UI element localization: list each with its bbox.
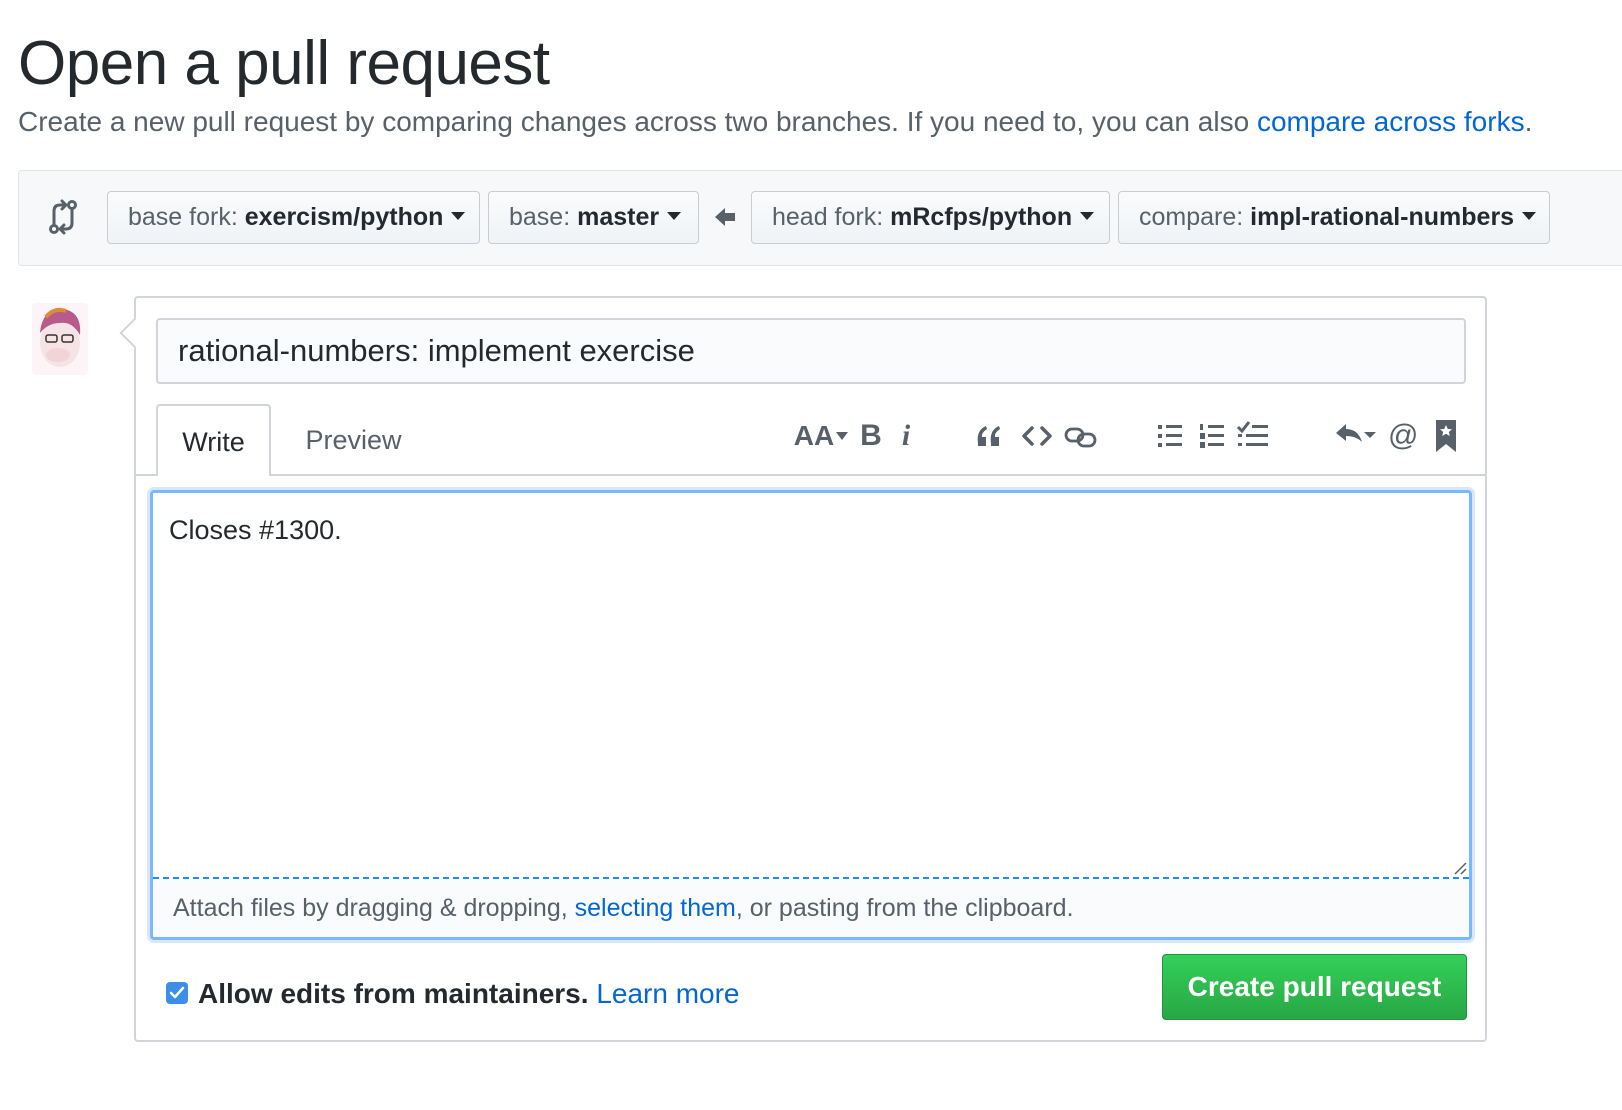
bold-button[interactable]: B	[858, 416, 884, 456]
unordered-list-button[interactable]	[1156, 416, 1184, 456]
pr-title-input[interactable]: rational-numbers: implement exercise	[156, 318, 1466, 384]
italic-icon: i	[901, 419, 911, 452]
arrow-left-icon	[713, 205, 737, 229]
unordered-list-icon	[1156, 416, 1184, 456]
avatar[interactable]	[32, 303, 88, 375]
code-icon	[1022, 416, 1052, 456]
chevron-down-icon	[1522, 212, 1537, 221]
task-list-icon	[1236, 416, 1270, 456]
attach-prefix: Attach files by dragging & dropping,	[173, 894, 575, 922]
bold-icon: B	[860, 419, 882, 452]
attach-suffix: , or pasting from the clipboard.	[735, 894, 1074, 922]
allow-edits-label[interactable]: Allow edits from maintainers.	[198, 978, 589, 1009]
saved-replies-button[interactable]	[1334, 416, 1378, 456]
base-branch-select[interactable]: base: master	[488, 191, 699, 244]
compare-across-forks-link[interactable]: compare across forks	[1257, 106, 1525, 137]
text-size-icon: AA	[793, 420, 835, 451]
ordered-list-icon	[1198, 416, 1226, 456]
ordered-list-button[interactable]	[1198, 416, 1226, 456]
mention-icon: @	[1388, 419, 1419, 452]
select-files-link[interactable]: selecting them	[575, 894, 736, 922]
base-branch-label: base:	[509, 203, 578, 231]
task-list-button[interactable]	[1236, 416, 1270, 456]
branch-range-editor: base fork: exercism/python base: master …	[18, 170, 1622, 266]
git-compare-icon	[47, 199, 79, 235]
base-branch-value: master	[577, 203, 660, 231]
compare-branch-select[interactable]: compare: impl-rational-numbers	[1118, 191, 1550, 244]
reference-button[interactable]	[1434, 416, 1458, 456]
comment-pointer	[119, 317, 151, 349]
page-title: Open a pull request	[18, 29, 550, 98]
create-pull-request-button[interactable]: Create pull request	[1162, 954, 1467, 1020]
code-button[interactable]	[1022, 416, 1052, 456]
tab-write[interactable]: Write	[156, 404, 271, 476]
italic-button[interactable]: i	[896, 416, 916, 456]
page-subtitle: Create a new pull request by comparing c…	[18, 106, 1532, 138]
chevron-down-icon	[451, 212, 466, 221]
editor-tabbar: Write Preview AA B i @	[136, 402, 1485, 476]
compare-branch-label: compare:	[1139, 203, 1251, 231]
file-attachment-bar[interactable]: Attach files by dragging & dropping, sel…	[153, 877, 1469, 937]
link-icon	[1064, 416, 1098, 456]
subtitle-text: Create a new pull request by comparing c…	[18, 106, 1257, 137]
quote-button[interactable]	[974, 416, 1004, 456]
heading-button[interactable]: AA	[792, 416, 850, 456]
learn-more-link[interactable]: Learn more	[596, 978, 739, 1009]
compare-branch-value: impl-rational-numbers	[1250, 203, 1515, 231]
pr-body-text: Closes #1300.	[169, 515, 342, 545]
base-fork-select[interactable]: base fork: exercism/python	[107, 191, 480, 244]
bookmark-icon	[1434, 416, 1458, 456]
base-fork-value: exercism/python	[244, 203, 444, 231]
tab-preview[interactable]: Preview	[286, 404, 421, 476]
chevron-down-icon	[1080, 212, 1095, 221]
allow-edits-checkbox[interactable]	[166, 981, 188, 1004]
base-fork-label: base fork:	[128, 203, 245, 231]
chevron-down-icon	[836, 431, 849, 440]
reply-icon	[1334, 416, 1378, 456]
chevron-down-icon	[667, 212, 682, 221]
head-fork-select[interactable]: head fork: mRcfps/python	[751, 191, 1110, 244]
pull-request-form: rational-numbers: implement exercise Wri…	[119, 296, 1487, 1042]
allow-edits-row: Allow edits from maintainers. Learn more	[166, 978, 740, 1010]
resize-handle-icon[interactable]	[1453, 861, 1467, 875]
subtitle-end: .	[1524, 106, 1533, 137]
link-button[interactable]	[1064, 416, 1098, 456]
head-fork-label: head fork:	[772, 203, 891, 231]
mention-button[interactable]: @	[1388, 416, 1418, 456]
pr-body-textarea[interactable]: Closes #1300. Attach files by dragging &…	[150, 490, 1472, 940]
head-fork-value: mRcfps/python	[890, 203, 1073, 231]
quote-icon	[974, 416, 1004, 456]
